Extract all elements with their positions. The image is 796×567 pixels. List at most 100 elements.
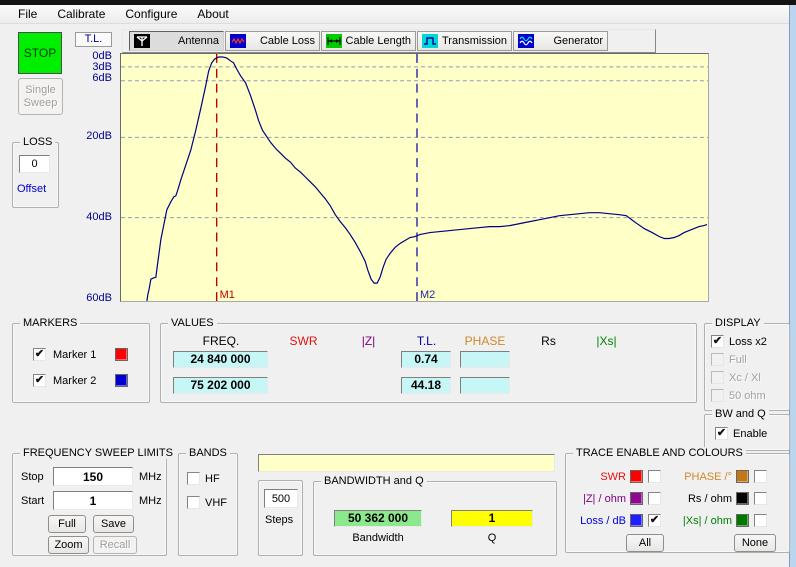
marker1-color-swatch[interactable] [115, 348, 128, 361]
marker2-phase-value [460, 377, 510, 394]
values-group: VALUES FREQ. SWR |Z| T.L. PHASE Rs |Xs| … [160, 317, 697, 403]
full-label: Full [729, 354, 747, 366]
generator-mode-label: Generator [553, 35, 603, 47]
marker2-tl-value: 44.18 [401, 377, 451, 394]
loss-group-title: LOSS [20, 136, 56, 148]
cable-loss-mode-button[interactable]: Cable Loss [225, 31, 320, 51]
q-label: Q [487, 532, 497, 544]
markers-group: MARKERS Marker 1 Marker 2 [12, 317, 150, 403]
marker2-color-swatch[interactable] [115, 374, 128, 387]
cable-length-icon [326, 34, 342, 48]
swr-column-header: SWR [289, 334, 318, 348]
mode-toolbar: Antenna Cable Loss Cable Length Transmis… [122, 29, 656, 53]
antenna-mode-button[interactable]: Antenna [129, 31, 224, 51]
hf-band-checkbox[interactable] [187, 472, 200, 485]
rs-trace-checkbox[interactable] [754, 492, 767, 505]
single-sweep-button[interactable]: Single Sweep [18, 78, 63, 115]
svg-text:M2: M2 [420, 289, 435, 301]
markers-group-title: MARKERS [20, 317, 81, 329]
trace-all-button[interactable]: All [626, 534, 664, 552]
menu-configure[interactable]: Configure [115, 5, 187, 23]
y-label-20db: 20dB [86, 130, 112, 142]
menu-about[interactable]: About [187, 5, 238, 23]
trace-none-button[interactable]: None [734, 534, 776, 552]
menu-bar: File Calibrate Configure About [0, 5, 789, 24]
bwq-enable-label: Enable [733, 428, 768, 440]
bands-group-title: BANDS [186, 447, 230, 459]
marker1-freq-value: 24 840 000 [173, 351, 268, 368]
svg-text:M1: M1 [220, 289, 235, 301]
cable-length-mode-button[interactable]: Cable Length [321, 31, 416, 51]
sweep-zoom-button[interactable]: Zoom [48, 536, 89, 554]
marker1-tl-value: 0.74 [401, 351, 451, 368]
z-trace-label: |Z| / ohm [582, 493, 626, 505]
steps-label: Steps [265, 514, 294, 526]
transmission-mode-label: Transmission [442, 35, 507, 47]
vhf-band-checkbox[interactable] [187, 496, 200, 509]
stop-button[interactable]: STOP [18, 32, 62, 74]
xc-xl-checkbox[interactable] [711, 371, 724, 384]
sweep-full-button[interactable]: Full [48, 515, 86, 533]
xs-colour-swatch[interactable] [736, 514, 749, 527]
trace-colours-title: TRACE ENABLE AND COLOURS [573, 447, 746, 459]
swr-colour-swatch[interactable] [630, 470, 643, 483]
50ohm-checkbox[interactable] [711, 389, 724, 402]
loss-trace-label: Loss / dB [580, 515, 626, 527]
cable-loss-mode-label: Cable Loss [259, 35, 315, 47]
start-freq-input[interactable] [53, 491, 133, 510]
loss-trace-checkbox[interactable] [648, 514, 661, 527]
values-group-title: VALUES [168, 317, 217, 329]
loss-trace-chart[interactable]: M1 M2 [120, 53, 709, 302]
menu-calibrate[interactable]: Calibrate [47, 5, 115, 23]
transmission-mode-button[interactable]: Transmission [417, 31, 512, 51]
loss-offset-input[interactable] [19, 155, 50, 173]
display-group: DISPLAY Loss x2 Full Xc / Xl 50 ohm [704, 317, 790, 411]
antenna-mode-label: Antenna [178, 35, 219, 47]
bandwidth-q-title: BANDWIDTH and Q [321, 475, 427, 487]
xs-trace-checkbox[interactable] [754, 514, 767, 527]
z-colour-swatch[interactable] [630, 492, 643, 505]
sweep-save-button[interactable]: Save [93, 515, 134, 533]
bandwidth-q-group: BANDWIDTH and Q 50 362 000 Bandwidth 1 Q [313, 475, 557, 556]
q-value: 1 [451, 510, 533, 527]
menu-file[interactable]: File [8, 5, 47, 23]
stop-freq-input[interactable] [53, 467, 133, 486]
full-checkbox[interactable] [711, 353, 724, 366]
swr-trace-checkbox[interactable] [648, 470, 661, 483]
xs-column-header: |Xs| [596, 334, 617, 348]
start-freq-unit: MHz [139, 495, 162, 507]
transmission-icon [422, 34, 438, 48]
trace-colours-group: TRACE ENABLE AND COLOURS SWR PHASE /° |Z… [565, 447, 790, 553]
50ohm-label: 50 ohm [729, 390, 766, 402]
generator-mode-button[interactable]: Generator [513, 31, 608, 51]
stop-freq-label: Stop [21, 471, 44, 483]
vhf-band-label: VHF [205, 497, 227, 509]
sweep-recall-button[interactable]: Recall [93, 536, 137, 554]
freq-column-header: FREQ. [202, 334, 240, 348]
phase-trace-checkbox[interactable] [754, 470, 767, 483]
y-label-60db: 60dB [86, 292, 112, 304]
loss-colour-swatch[interactable] [630, 514, 643, 527]
sweep-limits-group: FREQUENCY SWEEP LIMITS Stop MHz Start MH… [12, 447, 176, 556]
rs-colour-swatch[interactable] [736, 492, 749, 505]
loss-group: LOSS Offset [12, 136, 59, 208]
phase-column-header: PHASE [464, 334, 506, 348]
y-label-6db: 6dB [92, 72, 112, 84]
loss-x2-checkbox[interactable] [711, 335, 724, 348]
bandwidth-label: Bandwidth [352, 532, 404, 544]
bwq-enable-checkbox[interactable] [715, 427, 728, 440]
marker2-label: Marker 2 [53, 375, 97, 387]
window-right-border [789, 5, 796, 567]
sweep-limits-title: FREQUENCY SWEEP LIMITS [20, 447, 176, 459]
xc-xl-label: Xc / Xl [729, 372, 761, 384]
marker1-checkbox[interactable] [33, 348, 46, 361]
steps-input[interactable] [264, 489, 298, 508]
rs-trace-label: Rs / ohm [687, 493, 732, 505]
marker2-checkbox[interactable] [33, 374, 46, 387]
marker1-label: Marker 1 [53, 349, 97, 361]
marker1-phase-value [460, 351, 510, 368]
stop-freq-unit: MHz [139, 471, 162, 483]
bw-q-group-title: BW and Q [712, 408, 769, 420]
z-trace-checkbox[interactable] [648, 492, 661, 505]
phase-colour-swatch[interactable] [736, 470, 749, 483]
